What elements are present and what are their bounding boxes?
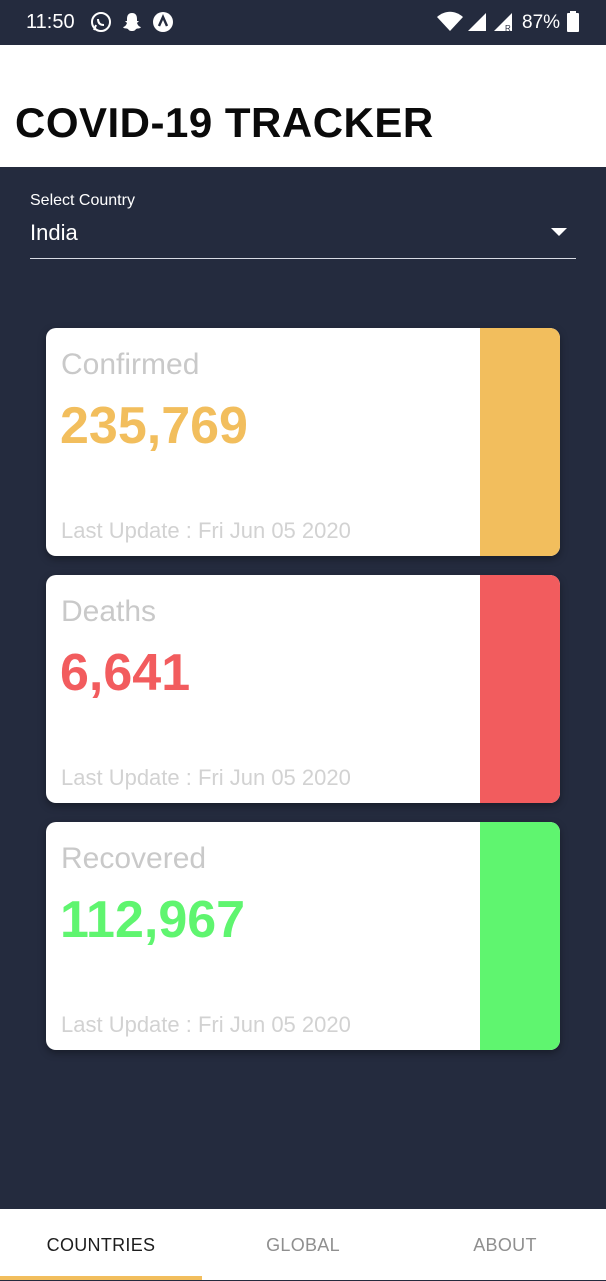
status-time: 11:50	[26, 11, 75, 33]
card-color-bar	[480, 328, 560, 556]
whatsapp-icon	[90, 11, 112, 33]
status-bar: 11:50 R 87%	[0, 0, 606, 45]
tab-global[interactable]: GLOBAL	[202, 1209, 404, 1280]
card-title: Deaths	[61, 595, 157, 628]
signal-icon	[466, 11, 488, 33]
svg-text:R: R	[505, 24, 511, 33]
card-title: Confirmed	[61, 348, 200, 381]
card-last-update: Last Update : Fri Jun 05 2020	[61, 518, 351, 543]
tab-countries[interactable]: COUNTRIES	[0, 1209, 202, 1280]
bottom-nav: COUNTRIES GLOBAL ABOUT	[0, 1209, 606, 1280]
card-last-update: Last Update : Fri Jun 05 2020	[61, 1012, 351, 1037]
tab-about[interactable]: ABOUT	[404, 1209, 606, 1280]
app-a-icon	[152, 11, 174, 33]
signal-roaming-icon: R	[492, 11, 514, 33]
card-value: 112,967	[60, 891, 246, 949]
battery-icon	[566, 11, 580, 33]
country-select-label: Select Country	[30, 192, 135, 209]
card-color-bar	[480, 822, 560, 1050]
confirmed-card: Confirmed 235,769 Last Update : Fri Jun …	[46, 328, 560, 556]
card-value: 6,641	[60, 644, 191, 702]
page-title: COVID-19 TRACKER	[15, 99, 434, 146]
snapchat-icon	[121, 11, 143, 33]
select-underline	[30, 258, 576, 259]
recovered-card: Recovered 112,967 Last Update : Fri Jun …	[46, 822, 560, 1050]
battery-percent: 87%	[522, 12, 561, 33]
active-tab-indicator	[0, 1276, 202, 1280]
app-header: COVID-19 TRACKER	[0, 45, 606, 167]
country-select-value[interactable]: India	[30, 220, 78, 246]
wifi-icon	[436, 11, 464, 33]
card-color-bar	[480, 575, 560, 803]
deaths-card: Deaths 6,641 Last Update : Fri Jun 05 20…	[46, 575, 560, 803]
card-title: Recovered	[61, 842, 207, 875]
dropdown-arrow-icon[interactable]	[551, 228, 567, 236]
card-last-update: Last Update : Fri Jun 05 2020	[61, 765, 351, 790]
card-value: 235,769	[60, 397, 248, 455]
